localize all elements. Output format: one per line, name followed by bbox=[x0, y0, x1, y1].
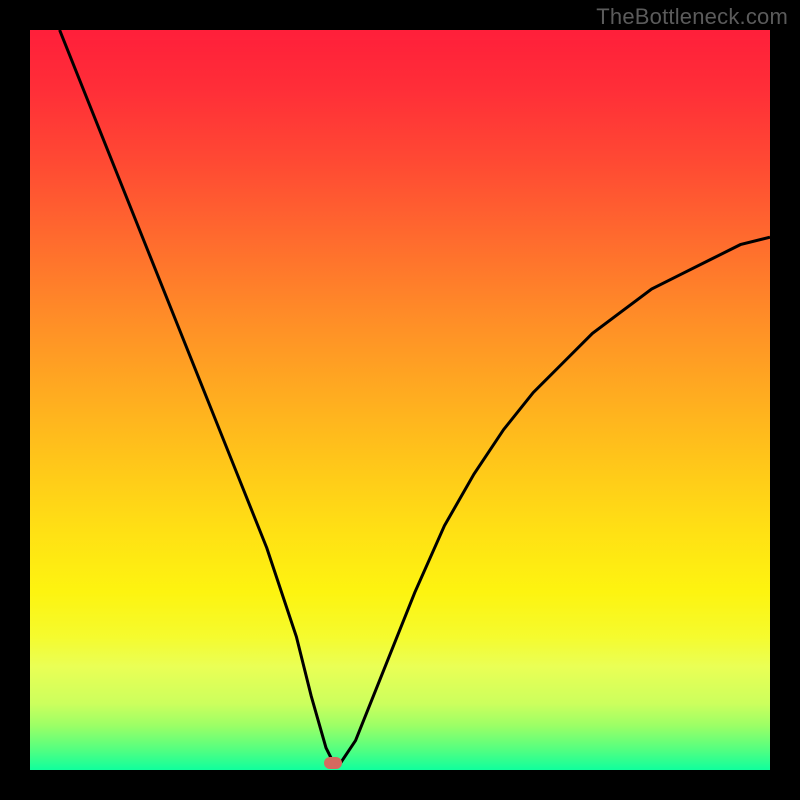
minimum-marker bbox=[324, 757, 342, 769]
frame-right bbox=[770, 0, 800, 800]
bottleneck-curve bbox=[60, 30, 770, 763]
curve-svg bbox=[30, 30, 770, 770]
watermark-text: TheBottleneck.com bbox=[596, 4, 788, 30]
frame-bottom bbox=[0, 770, 800, 800]
plot-area bbox=[30, 30, 770, 770]
frame-left bbox=[0, 0, 30, 800]
